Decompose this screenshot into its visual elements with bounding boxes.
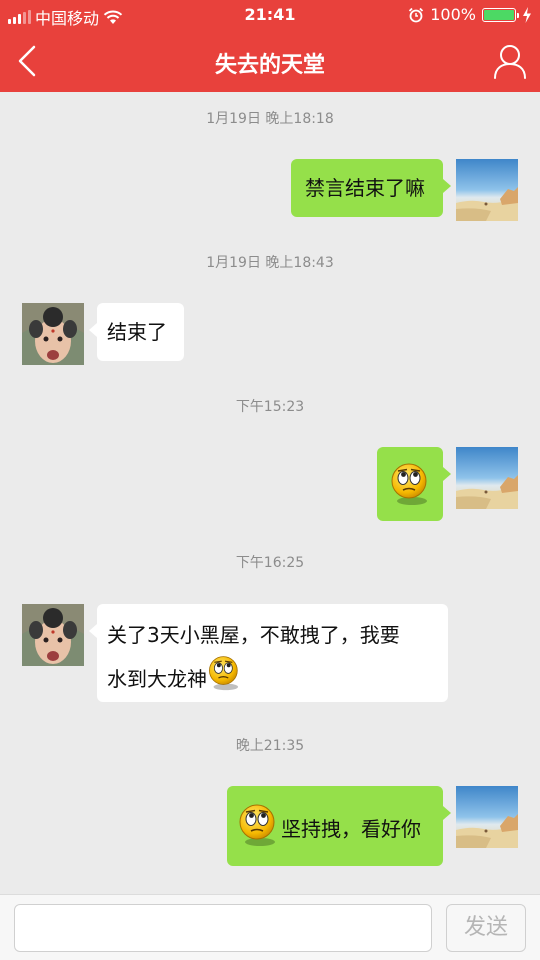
chat-title: 失去的天堂 bbox=[214, 53, 325, 78]
user-icon bbox=[494, 45, 526, 79]
timestamp: 下午16:25 bbox=[235, 555, 305, 571]
battery-fill bbox=[484, 9, 514, 20]
status-right: 100% bbox=[408, 5, 532, 24]
nav-bar: 失去的天堂 bbox=[0, 30, 540, 92]
my-avatar[interactable] bbox=[456, 786, 518, 848]
message-bubble-sent[interactable]: 禁言结束了嘛 bbox=[291, 159, 451, 217]
message-bubble-sent[interactable] bbox=[377, 447, 451, 521]
timestamp: 晚上21:35 bbox=[235, 738, 305, 754]
contact-avatar[interactable] bbox=[22, 303, 84, 365]
message-bubble-sent[interactable]: 坚持拽，看好你 bbox=[227, 786, 451, 866]
battery-icon bbox=[482, 7, 519, 22]
battery-percent: 100% bbox=[430, 5, 476, 24]
status-bar: 中国移动 21:41 100% bbox=[0, 0, 540, 30]
message-text-line: 水到大龙神 bbox=[107, 654, 438, 698]
rolling-eyes-emoji-icon bbox=[239, 804, 276, 847]
message-bubble-received[interactable]: 关了3天小黑屋，不敢拽了，我要 水到大龙神 bbox=[89, 604, 448, 702]
my-avatar[interactable] bbox=[456, 447, 518, 509]
rolling-eyes-emoji-icon bbox=[208, 655, 239, 691]
send-button[interactable]: 发送 bbox=[446, 904, 526, 952]
input-bar: 发送 bbox=[0, 894, 540, 960]
timestamp: 1月19日 晚上18:43 bbox=[206, 255, 334, 271]
charging-icon bbox=[523, 6, 531, 23]
my-avatar[interactable] bbox=[456, 159, 518, 221]
alarm-icon bbox=[409, 7, 424, 22]
rolling-eyes-emoji-icon bbox=[391, 463, 428, 506]
contact-avatar[interactable] bbox=[22, 604, 84, 666]
timestamp: 下午15:23 bbox=[235, 399, 305, 415]
message-text-line: 关了3天小黑屋，不敢拽了，我要 bbox=[107, 623, 400, 647]
timestamp: 1月19日 晚上18:18 bbox=[206, 111, 334, 127]
message-text: 坚持拽，看好你 bbox=[281, 817, 421, 841]
message-text: 结束了 bbox=[107, 320, 167, 344]
message-text: 水到大龙神 bbox=[107, 667, 207, 691]
message-text: 禁言结束了嘛 bbox=[305, 176, 425, 200]
profile-button[interactable] bbox=[492, 42, 528, 80]
message-input[interactable] bbox=[14, 904, 432, 952]
message-bubble-received[interactable]: 结束了 bbox=[89, 303, 184, 361]
